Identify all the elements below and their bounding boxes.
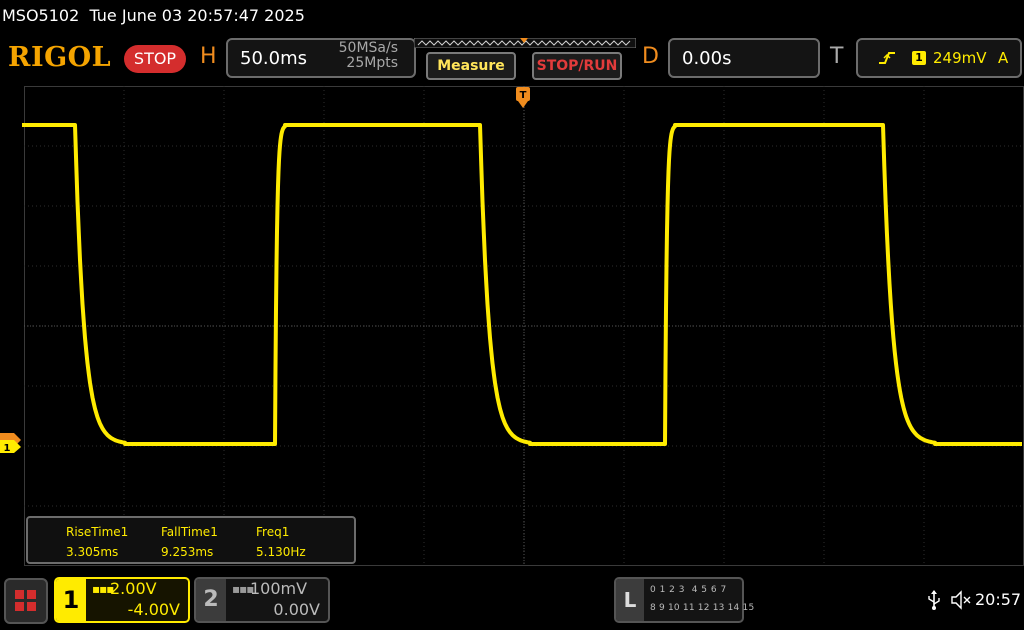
channel1-scale: 2.00V bbox=[110, 579, 157, 598]
run-status-badge[interactable]: STOP bbox=[124, 45, 186, 73]
measurement-name: RiseTime1 bbox=[66, 525, 129, 539]
measurement-value: 9.253ms bbox=[161, 545, 214, 559]
speaker-muted-icon[interactable] bbox=[950, 590, 972, 610]
measurement-panel[interactable]: RiseTime1 3.305ms FallTime1 9.253ms Freq… bbox=[26, 516, 356, 564]
delay-label: D bbox=[642, 44, 659, 69]
measurement-value: 3.305ms bbox=[66, 545, 119, 559]
clock: 20:57 bbox=[975, 590, 1022, 609]
trigger-mode: A bbox=[998, 49, 1009, 67]
menu-grid-icon bbox=[15, 590, 36, 611]
logic-analyzer-badge[interactable]: L bbox=[616, 579, 644, 621]
trigger-position-strip bbox=[414, 38, 636, 48]
logic-channels-row2: 8 9 10 11 12 13 14 15 bbox=[650, 603, 755, 613]
measurement-value: 5.130Hz bbox=[256, 545, 306, 559]
channel2-scale: 100mV bbox=[250, 579, 308, 598]
measure-button[interactable]: Measure bbox=[426, 52, 516, 80]
channel2-badge[interactable]: 2 bbox=[196, 579, 226, 621]
trigger-label: T bbox=[830, 44, 844, 69]
measurement-name: Freq1 bbox=[256, 525, 290, 539]
channel1-marker-label: 1 bbox=[4, 443, 11, 453]
trigger-position-marker[interactable]: T bbox=[515, 87, 531, 109]
channel1-ground-marker[interactable]: 1 bbox=[0, 433, 22, 453]
channel1-trace bbox=[22, 123, 1022, 446]
delay-value: 0.00s bbox=[682, 48, 732, 69]
stop-run-button[interactable]: STOP/RUN bbox=[532, 52, 622, 80]
measurement-name: FallTime1 bbox=[161, 525, 218, 539]
sample-rate: 50MSa/s bbox=[338, 40, 398, 56]
device-title: MSO5102 Tue June 03 20:57:47 2025 bbox=[2, 6, 305, 25]
usb-icon bbox=[928, 590, 940, 610]
trigger-level: 249mV bbox=[933, 49, 987, 67]
horizontal-label: H bbox=[200, 44, 217, 69]
timebase-value: 50.0ms bbox=[240, 48, 307, 69]
channel1-waveform bbox=[22, 123, 1022, 446]
main-menu-button[interactable] bbox=[4, 578, 48, 624]
memory-depth: 25Mpts bbox=[346, 55, 398, 71]
channel2-offset: 0.00V bbox=[273, 600, 320, 619]
sample-rate-info: 50MSa/s 25Mpts bbox=[332, 41, 398, 71]
trigger-source-badge: 1 bbox=[912, 51, 926, 65]
svg-text:T: T bbox=[520, 90, 527, 101]
title-bar: MSO5102 Tue June 03 20:57:47 2025 bbox=[0, 0, 1024, 34]
channel1-badge[interactable]: 1 bbox=[56, 579, 86, 621]
logic-channels-row1: 0 1 2 3 4 5 6 7 bbox=[650, 585, 727, 595]
brand-logo: RIGOL bbox=[8, 42, 112, 73]
rising-edge-icon bbox=[879, 52, 895, 64]
channel1-offset: -4.00V bbox=[127, 600, 180, 619]
